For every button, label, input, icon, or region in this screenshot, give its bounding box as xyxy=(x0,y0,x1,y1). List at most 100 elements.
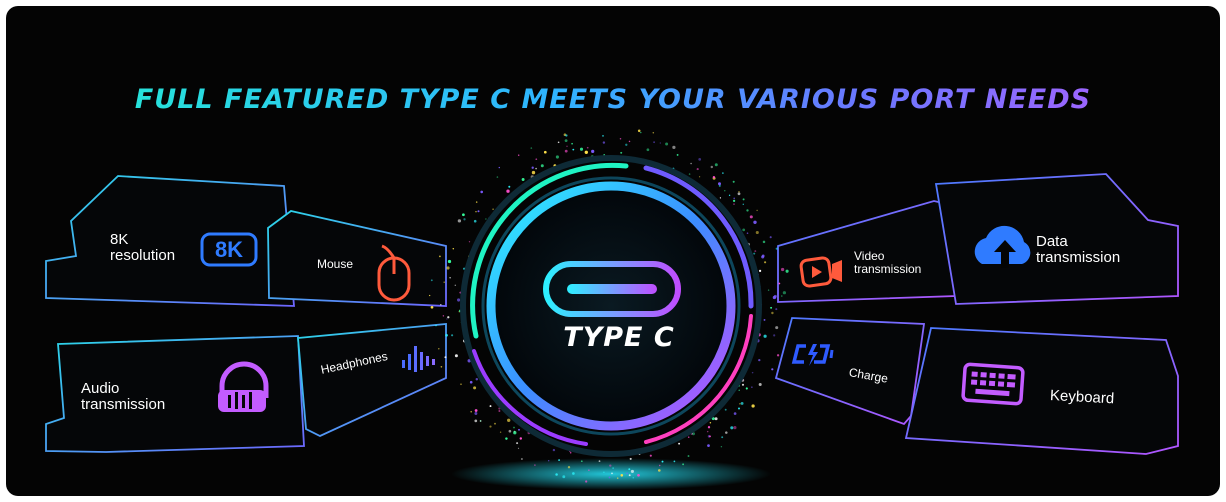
particle-dot xyxy=(446,318,448,320)
particle-dot xyxy=(462,213,465,217)
particle-dot xyxy=(724,408,727,411)
banner-frame: FULL FEATURED TYPE C MEETS YOUR VARIOUS … xyxy=(6,6,1220,496)
particle-dot xyxy=(558,459,561,462)
particle-dot xyxy=(733,203,735,205)
particle-dot xyxy=(751,386,753,388)
particle-dot xyxy=(443,281,445,284)
particle-dot xyxy=(620,151,623,154)
particle-dot xyxy=(602,141,606,144)
particle-dot xyxy=(782,291,787,295)
feature-keyboard-label: Keyboard xyxy=(1049,387,1115,408)
particle-dot xyxy=(489,405,492,408)
particle-dot xyxy=(505,437,508,440)
particle-dot xyxy=(746,232,749,234)
particle-dot xyxy=(446,266,450,270)
particle-dot xyxy=(637,473,640,477)
particle-dot xyxy=(733,197,736,200)
particle-dot xyxy=(470,410,473,413)
particle-dot xyxy=(714,417,718,421)
particle-dot xyxy=(447,316,450,319)
feature-audio-label: Audio transmission xyxy=(81,380,165,413)
particle-dot xyxy=(632,476,635,479)
particle-dot xyxy=(770,306,773,309)
particle-dot xyxy=(628,474,631,477)
particle-dot xyxy=(661,460,664,463)
particle-dot xyxy=(745,387,748,390)
particle-dot xyxy=(728,194,731,196)
particle-dot xyxy=(557,141,560,144)
particle-dot xyxy=(442,315,445,317)
particle-dot xyxy=(445,333,448,337)
particle-dot xyxy=(496,176,499,178)
particle-dot xyxy=(567,466,571,469)
particle-dot xyxy=(440,365,443,368)
feature-mouse-label: Mouse xyxy=(317,257,354,271)
panel-headphones xyxy=(297,323,447,437)
particle-dot xyxy=(738,191,740,193)
particle-dot xyxy=(657,469,661,472)
particle-dot xyxy=(658,464,661,467)
particle-dot xyxy=(457,219,462,223)
banner-title: FULL FEATURED TYPE C MEETS YOUR VARIOUS … xyxy=(6,84,1220,115)
feature-8k-line2: resolution xyxy=(110,247,176,265)
particle-dot xyxy=(741,383,745,386)
feature-video-label: Video transmission xyxy=(854,250,921,276)
particle-dot xyxy=(780,267,785,272)
particle-dot xyxy=(754,250,757,253)
particle-dot xyxy=(763,318,766,321)
particle-dot xyxy=(531,166,534,169)
particle-dot xyxy=(555,155,559,159)
particle-dot xyxy=(773,334,776,337)
particle-dot xyxy=(475,201,478,203)
particle-dot xyxy=(732,180,735,183)
feature-data-line1: Data xyxy=(1036,233,1068,250)
particle-dot xyxy=(771,368,774,371)
particle-dot xyxy=(781,295,783,297)
particle-dot xyxy=(722,172,724,174)
particle-dot xyxy=(564,139,568,143)
particle-dot xyxy=(718,184,721,187)
particle-dot xyxy=(753,220,757,224)
particle-dot xyxy=(637,129,641,133)
particle-dot xyxy=(508,429,512,433)
particle-dot xyxy=(720,446,723,448)
particle-dot xyxy=(572,472,575,475)
particle-dot xyxy=(767,289,770,291)
particle-dot xyxy=(474,409,478,412)
particle-dot xyxy=(451,334,454,337)
particle-dot xyxy=(737,192,741,196)
particle-dot xyxy=(719,197,722,199)
feature-audio-line1: Audio xyxy=(81,380,120,397)
particle-dot xyxy=(707,426,711,429)
particle-dot xyxy=(733,412,737,415)
particle-dot xyxy=(530,147,533,149)
particle-dot xyxy=(535,167,537,170)
particle-dot xyxy=(513,431,517,435)
particle-dot xyxy=(724,190,726,192)
particle-dot xyxy=(552,448,556,452)
particle-dot xyxy=(430,305,434,309)
particle-dot xyxy=(572,148,575,151)
type-c-ring xyxy=(460,155,762,457)
feature-video-line1: Video xyxy=(854,249,885,263)
particle-dot xyxy=(439,255,441,258)
particle-dot xyxy=(469,380,473,384)
particle-dot xyxy=(714,163,718,167)
particle-dot xyxy=(566,145,568,147)
particle-dot xyxy=(498,166,500,169)
particle-dot xyxy=(628,468,631,471)
particle-dot xyxy=(584,150,588,154)
particle-dot xyxy=(454,354,458,358)
particle-dot xyxy=(771,311,774,315)
particle-dot xyxy=(609,464,612,467)
particle-dot xyxy=(749,215,753,219)
particle-dot xyxy=(725,431,728,434)
particle-dot xyxy=(440,303,442,306)
particle-dot xyxy=(454,284,457,287)
particle-dot xyxy=(742,203,744,205)
particle-dot xyxy=(707,444,710,447)
particle-dot xyxy=(687,455,690,457)
particle-dot xyxy=(475,210,477,213)
particle-dot xyxy=(758,358,761,362)
particle-dot xyxy=(626,472,628,475)
